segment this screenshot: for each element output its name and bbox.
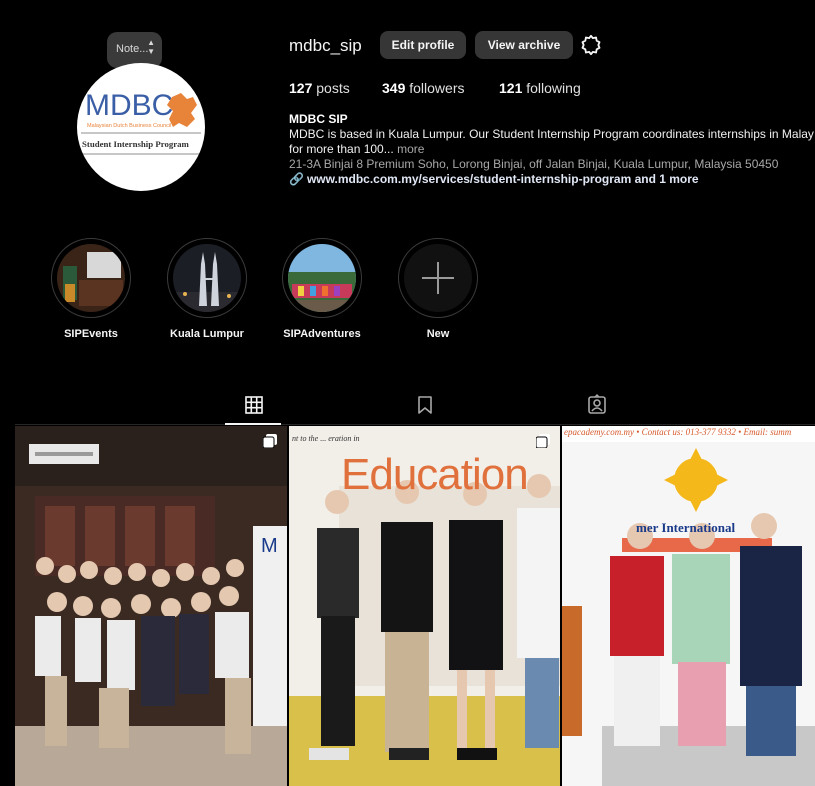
note-arrows-icon: ▲ ▼ [147, 38, 155, 56]
settings-gear-icon[interactable] [580, 34, 602, 56]
avatar-program-text: Student Internship Program [82, 139, 190, 149]
plus-icon [422, 262, 454, 294]
highlight-label: New [426, 328, 450, 340]
bio-link-text[interactable]: www.mdbc.com.my/services/student-interns… [307, 172, 699, 186]
stat-posts: 127 posts [289, 80, 350, 96]
tab-posts-grid-icon[interactable] [243, 394, 265, 416]
post-image-group-photo: M [15, 426, 287, 786]
tab-active-indicator [225, 423, 281, 425]
highlight-label: Kuala Lumpur [170, 328, 244, 340]
multiple-images-icon [263, 434, 277, 448]
tab-saved-bookmark-icon[interactable] [414, 394, 436, 416]
avatar-logo-text: MDBC [85, 89, 173, 122]
highlight-label: SIPEvents [64, 328, 118, 340]
post2-sign-text: Education [341, 450, 529, 499]
stat-following[interactable]: 121 following [499, 80, 581, 96]
highlight-kuala-lumpur[interactable]: Kuala Lumpur [167, 238, 247, 340]
profile-page: Note... ▲ ▼ MDBC Malaysian Dutch Business… [0, 0, 815, 786]
profile-username: mdbc_sip [289, 36, 362, 55]
highlight-new[interactable]: New [398, 238, 478, 340]
post-image-school-photo [562, 426, 815, 786]
grid-post-1[interactable]: M [15, 426, 287, 786]
highlight-cover [57, 244, 125, 312]
tab-tagged-icon[interactable] [586, 394, 608, 416]
bio-text-line1: MDBC is based in Kuala Lumpur. Our Stude… [289, 127, 814, 141]
edit-profile-button[interactable]: Edit profile [380, 31, 466, 59]
profile-avatar[interactable]: MDBC Malaysian Dutch Business Council St… [77, 63, 205, 191]
highlight-label: SIPAdventures [283, 328, 361, 340]
bio-name: MDBC SIP [289, 112, 348, 126]
post3-banner-text: epacademy.com.my • Contact us: 013-377 9… [564, 427, 792, 437]
note-text: Note... [116, 43, 149, 55]
view-archive-button[interactable]: View archive [475, 31, 573, 59]
multiple-images-icon [536, 434, 550, 448]
highlight-cover [288, 244, 356, 312]
link-icon: 🔗 [289, 172, 304, 186]
highlight-sipevents[interactable]: SIPEvents [51, 238, 131, 340]
profile-bio: MDBC SIP MDBC is based in Kuala Lumpur. … [289, 112, 815, 187]
avatar-council-text: Malaysian Dutch Business Council [87, 123, 171, 129]
post3-school-text: mer International [636, 520, 736, 535]
highlight-cover [173, 244, 241, 312]
grid-post-2[interactable]: Education nt to the ... eration in [289, 426, 560, 786]
bio-address: 21-3A Binjai 8 Premium Soho, Lorong Binj… [289, 157, 779, 171]
post2-wall-text: nt to the ... eration in [292, 434, 360, 443]
stat-followers[interactable]: 349 followers [382, 80, 465, 96]
bio-more-link[interactable]: more [397, 142, 424, 156]
bio-text-line2: for more than 100... more [289, 142, 425, 156]
tabs-divider [15, 424, 815, 425]
bio-link-row[interactable]: 🔗 www.mdbc.com.my/services/student-intern… [289, 172, 815, 187]
grid-post-3[interactable]: epacademy.com.my • Contact us: 013-377 9… [562, 426, 815, 786]
svg-text:M: M [261, 535, 278, 557]
highlight-sipadventures[interactable]: SIPAdventures [282, 238, 362, 340]
